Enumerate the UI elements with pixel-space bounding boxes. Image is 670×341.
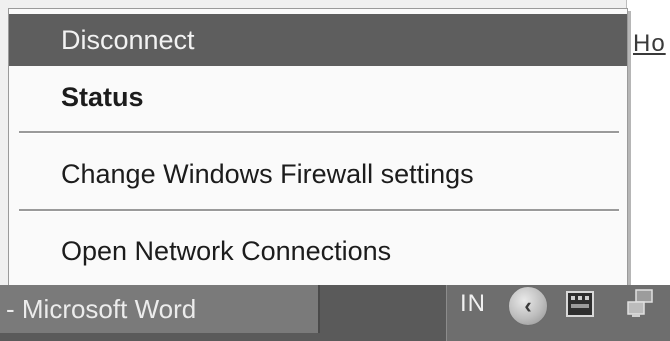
background-link-text[interactable]: Ho xyxy=(633,30,666,58)
language-indicator[interactable]: IN xyxy=(460,290,486,318)
tray-collapse-button[interactable]: ‹ xyxy=(508,286,548,326)
chevron-left-icon: ‹ xyxy=(524,293,532,318)
network-context-menu: Disconnect Status Change Windows Firewal… xyxy=(8,8,628,289)
menu-item-disconnect[interactable]: Disconnect xyxy=(9,14,627,66)
menu-item-change-firewall-settings[interactable]: Change Windows Firewall settings xyxy=(9,145,627,203)
keyboard-icon[interactable] xyxy=(566,288,594,320)
menu-item-open-network-connections[interactable]: Open Network Connections xyxy=(9,221,627,281)
menu-item-status[interactable]: Status xyxy=(9,67,627,127)
taskbar-button-microsoft-word[interactable]: - Microsoft Word xyxy=(0,285,320,333)
network-icon[interactable] xyxy=(626,288,654,320)
screen: Ho Disconnect Status Change Windows Fire… xyxy=(0,0,670,341)
menu-separator xyxy=(19,209,619,212)
menu-separator xyxy=(19,131,619,134)
